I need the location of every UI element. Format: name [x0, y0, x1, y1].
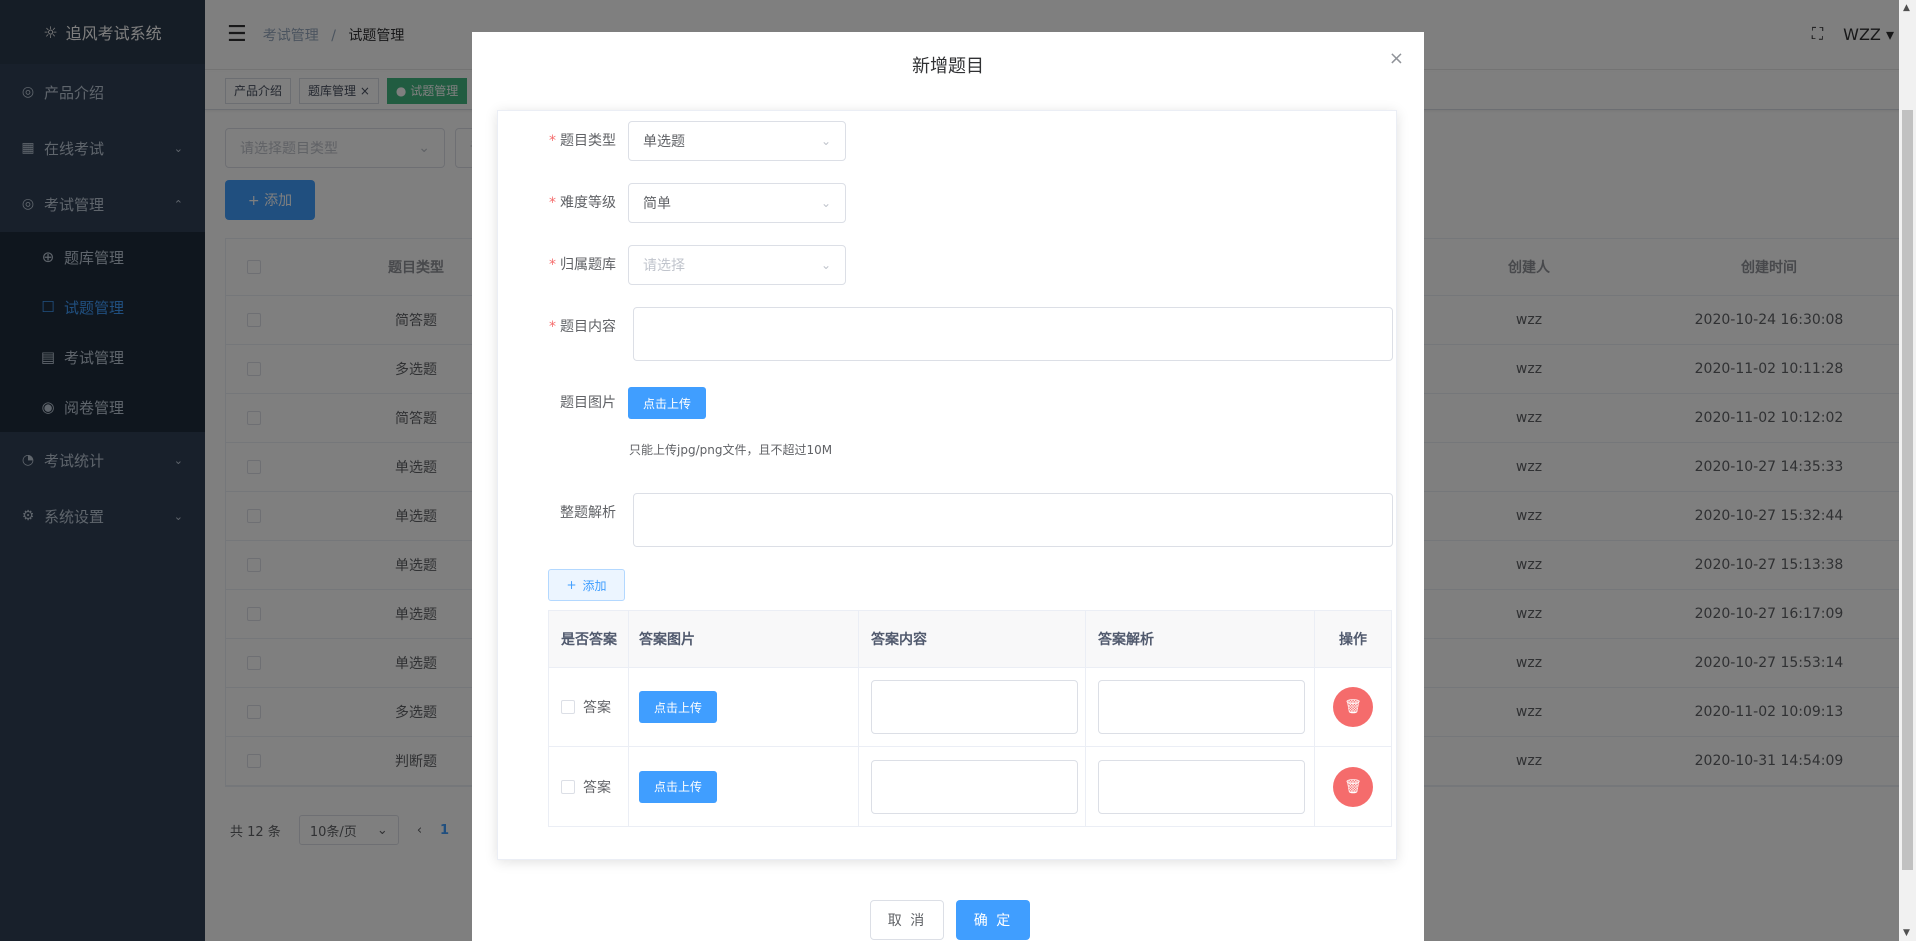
- select-value: 简单: [643, 196, 671, 212]
- upload-answer-image-button[interactable]: 点击上传: [639, 770, 718, 803]
- header-is-answer: 是否答案: [549, 611, 629, 667]
- delete-answer-button[interactable]: 🗑: [1333, 687, 1373, 727]
- is-answer-checkbox[interactable]: [561, 700, 575, 714]
- confirm-button[interactable]: 确 定: [956, 900, 1030, 940]
- form-row-level: * 难度等级 简单 ⌄: [498, 183, 846, 223]
- chevron-down-icon: ⌄: [820, 134, 831, 148]
- answer-table: 是否答案 答案图片 答案内容 答案解析 操作 答案 点击上传 🗑 答案 点击上传: [548, 610, 1392, 827]
- form-row-image: 题目图片 点击上传: [498, 383, 707, 423]
- form-row-analysis: 整题解析: [498, 493, 1393, 547]
- dialog-title: 新增题目: [912, 56, 984, 77]
- is-answer-checkbox[interactable]: [561, 779, 575, 794]
- checkbox-label: 答案: [583, 700, 611, 716]
- answer-row: 答案 点击上传 🗑: [549, 668, 1391, 747]
- answer-row: 答案 点击上传 🗑: [549, 747, 1391, 826]
- dialog-footer: 取 消 确 定: [870, 900, 1030, 940]
- bank-label: * 归属题库: [549, 257, 616, 273]
- select-placeholder: 请选择: [643, 258, 685, 274]
- label-text: 整题解析: [560, 505, 616, 521]
- analysis-label: 整题解析: [498, 493, 628, 533]
- image-label: 题目图片: [498, 383, 628, 423]
- type-label: * 题目类型: [549, 133, 616, 149]
- close-icon[interactable]: ×: [1389, 48, 1404, 69]
- scrollbar-thumb[interactable]: [1902, 110, 1913, 870]
- answer-analysis-textarea[interactable]: [1098, 759, 1305, 814]
- label-text: 难度等级: [560, 195, 616, 211]
- question-type-select[interactable]: 单选题 ⌄: [628, 121, 846, 161]
- question-form-card: * 题目类型 单选题 ⌄ * 难度等级 简单 ⌄ * 归属题库 请选择 ⌄ * 题目内容 题目…: [497, 110, 1397, 860]
- bank-select[interactable]: 请选择 ⌄: [628, 245, 846, 285]
- answer-content-textarea[interactable]: [871, 680, 1078, 734]
- content-textarea[interactable]: [633, 307, 1393, 361]
- content-label: * 题目内容: [549, 319, 616, 335]
- chevron-down-icon: ⌄: [820, 258, 831, 272]
- label-text: 题目内容: [560, 319, 616, 335]
- trash-icon: 🗑: [1344, 778, 1362, 795]
- add-answer-button[interactable]: + 添加: [548, 569, 625, 601]
- answer-content-textarea[interactable]: [871, 759, 1078, 814]
- level-label: * 难度等级: [549, 195, 616, 211]
- header-answer-content: 答案内容: [859, 611, 1086, 667]
- header-actions: 操作: [1339, 632, 1367, 648]
- header-answer-image: 答案图片: [629, 611, 859, 667]
- delete-answer-button[interactable]: 🗑: [1333, 766, 1373, 807]
- page-scrollbar[interactable]: ▲ ▼: [1899, 0, 1916, 941]
- answer-table-header: 是否答案 答案图片 答案内容 答案解析 操作: [549, 611, 1391, 668]
- chevron-down-icon: ⌄: [820, 196, 831, 210]
- form-row-bank: * 归属题库 请选择 ⌄: [498, 245, 846, 285]
- add-question-dialog: 新增题目 × * 题目类型 单选题 ⌄ * 难度等级 简单 ⌄ * 归属题库 请选择 ⌄ *…: [472, 32, 1424, 941]
- difficulty-select[interactable]: 简单 ⌄: [628, 183, 846, 223]
- answer-analysis-textarea[interactable]: [1098, 680, 1305, 734]
- label-text: 归属题库: [560, 257, 616, 273]
- form-row-type: * 题目类型 单选题 ⌄: [498, 121, 846, 161]
- analysis-textarea[interactable]: [633, 493, 1393, 547]
- cancel-button[interactable]: 取 消: [870, 900, 944, 940]
- trash-icon: 🗑: [1344, 699, 1362, 715]
- upload-image-button[interactable]: 点击上传: [628, 387, 707, 419]
- scroll-down-icon[interactable]: ▼: [1903, 928, 1910, 938]
- checkbox-label: 答案: [583, 779, 611, 796]
- header-answer-analysis: 答案解析: [1086, 611, 1315, 667]
- plus-icon: +: [566, 578, 577, 592]
- form-row-content: * 题目内容: [498, 307, 1393, 361]
- button-label: 添加: [582, 578, 607, 593]
- label-text: 题目图片: [560, 395, 616, 411]
- upload-tip: 只能上传jpg/png文件，且不超过10M: [629, 443, 833, 457]
- upload-answer-image-button[interactable]: 点击上传: [639, 691, 718, 723]
- select-value: 单选题: [643, 134, 685, 150]
- scroll-up-icon[interactable]: ▲: [1903, 3, 1910, 13]
- label-text: 题目类型: [560, 133, 616, 149]
